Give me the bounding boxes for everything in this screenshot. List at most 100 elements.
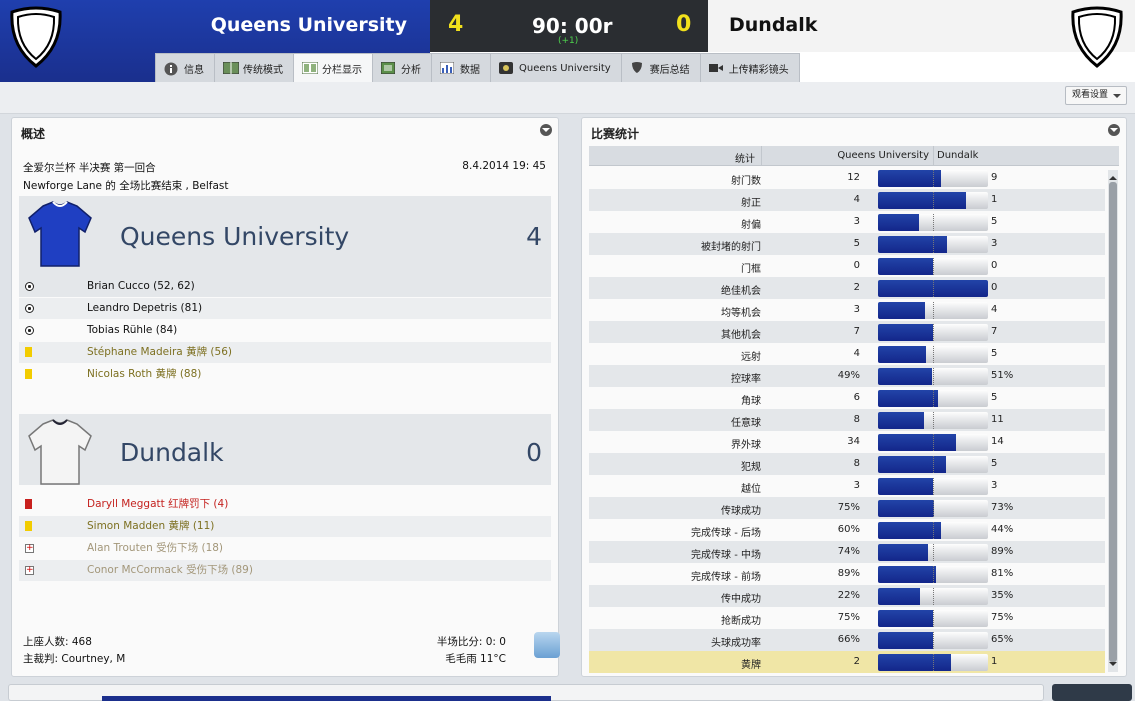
view-settings-dropdown[interactable]: 观看设置	[1064, 86, 1127, 105]
event-text[interactable]: Stéphane Madeira 黄牌 (56)	[87, 342, 232, 363]
stat-label: 远射	[741, 352, 761, 363]
column-stat[interactable]: 统计	[735, 150, 755, 165]
stat-row: 传球成功 75% 73%	[589, 497, 1105, 519]
away-team-title[interactable]: Dundalk	[120, 438, 224, 467]
tab-post-match[interactable]: 赛后总结	[620, 53, 701, 82]
away-crest-icon[interactable]	[1069, 6, 1125, 70]
away-shirt-icon	[28, 419, 92, 485]
event-text[interactable]: Nicolas Roth 黄牌 (88)	[87, 364, 201, 385]
away-stat-value: 5	[991, 216, 998, 227]
home-stat-value: 3	[853, 216, 860, 227]
club-badge-icon	[499, 62, 513, 74]
tab-classic[interactable]: 传统模式	[214, 53, 294, 82]
home-share-fill	[878, 478, 933, 495]
event-text[interactable]: Simon Madden 黄牌 (11)	[87, 516, 214, 537]
stat-comparison-bar	[878, 456, 988, 473]
stat-label: 控球率	[731, 374, 761, 385]
tab-upload-highlights[interactable]: 上传精彩镜头	[699, 53, 800, 82]
stat-row: 控球率 49% 51%	[589, 365, 1105, 387]
stat-row: 角球 6 5	[589, 387, 1105, 409]
stat-row: 越位 3 3	[589, 475, 1105, 497]
away-stat-value: 1	[991, 194, 998, 205]
home-team-title[interactable]: Queens University	[120, 222, 349, 251]
home-share-fill	[878, 346, 927, 363]
tab-data[interactable]: 数据	[431, 53, 491, 82]
column-away[interactable]: Dundalk	[937, 150, 978, 161]
home-stat-value: 0	[853, 260, 860, 271]
scroll-down-icon[interactable]	[1109, 662, 1117, 670]
stat-label: 完成传球 - 前场	[691, 572, 761, 583]
stat-label: 犯规	[741, 462, 761, 473]
weather-text: 毛毛雨 11°C	[445, 653, 506, 665]
home-crest-icon[interactable]	[8, 6, 64, 70]
away-stat-value: 5	[991, 348, 998, 359]
goal-icon	[25, 304, 34, 313]
home-team-name[interactable]: Queens University	[211, 14, 407, 36]
event-row: Stéphane Madeira 黄牌 (56)	[19, 342, 551, 363]
tab-split-view[interactable]: 分栏显示	[293, 53, 373, 82]
event-text[interactable]: Alan Trouten 受伤下场 (18)	[87, 538, 223, 559]
stat-comparison-bar	[878, 566, 988, 583]
home-stat-value: 22%	[837, 590, 860, 601]
stat-label: 任意球	[731, 418, 761, 429]
stat-label: 射正	[741, 198, 761, 209]
stat-label: 黄牌	[741, 660, 761, 671]
stat-comparison-bar	[878, 346, 988, 363]
stat-row: 门框 0 0	[589, 255, 1105, 277]
event-text[interactable]: Tobias Rühle (84)	[87, 320, 177, 341]
home-share-fill	[878, 390, 938, 407]
stats-title: 比赛统计	[591, 127, 640, 141]
stat-label: 抢断成功	[721, 616, 761, 627]
panel-menu-button[interactable]	[1108, 124, 1120, 136]
home-share-fill	[878, 544, 928, 561]
goal-icon	[25, 282, 34, 291]
stat-row: 远射 4 5	[589, 343, 1105, 365]
column-home[interactable]: Queens University	[837, 150, 929, 161]
stat-comparison-bar	[878, 610, 988, 627]
stat-row: 均等机会 3 4	[589, 299, 1105, 321]
yellow-card-icon	[25, 369, 32, 379]
away-team-name[interactable]: Dundalk	[729, 14, 817, 36]
stat-label: 被封堵的射门	[701, 242, 761, 253]
event-text[interactable]: Brian Cucco (52, 62)	[87, 276, 195, 297]
event-text[interactable]: Conor McCormack 受伤下场 (89)	[87, 560, 253, 581]
stat-comparison-bar	[878, 390, 988, 407]
event-text[interactable]: Daryll Meggatt 红牌罚下 (4)	[87, 494, 228, 515]
stat-comparison-bar	[878, 434, 988, 451]
tab-info[interactable]: 信息	[155, 53, 215, 82]
tab-analysis[interactable]: 分析	[372, 53, 432, 82]
away-stat-value: 0	[991, 260, 998, 271]
competition-info: 全爱尔兰杯 半决赛 第一回合	[23, 162, 156, 174]
split-view-icon	[301, 61, 319, 75]
stat-comparison-bar	[878, 588, 988, 605]
tab-team-queens[interactable]: Queens University	[490, 53, 622, 82]
match-tabs: 信息 传统模式 分栏显示 分析 数据 Queens University 赛后总…	[155, 53, 800, 82]
stat-comparison-bar	[878, 302, 988, 319]
stat-comparison-bar	[878, 500, 988, 517]
panel-menu-button[interactable]	[540, 124, 552, 136]
home-stat-value: 5	[853, 238, 860, 249]
stats-scrollbar[interactable]	[1108, 170, 1118, 672]
bottom-bar	[0, 680, 1135, 701]
stat-label: 角球	[741, 396, 761, 407]
goal-icon	[25, 326, 34, 335]
stat-row: 绝佳机会 2 0	[589, 277, 1105, 299]
referee[interactable]: 主裁判: Courtney, M	[23, 651, 125, 666]
home-stat-value: 4	[853, 348, 860, 359]
home-stat-value: 49%	[837, 370, 860, 381]
stat-row: 其他机会 7 7	[589, 321, 1105, 343]
scroll-up-icon[interactable]	[1109, 172, 1117, 180]
stat-row: 完成传球 - 中场 74% 89%	[589, 541, 1105, 563]
home-stat-value: 2	[853, 656, 860, 667]
attendance: 上座人数: 468	[23, 636, 92, 648]
stat-label: 越位	[741, 484, 761, 495]
away-stat-value: 3	[991, 480, 998, 491]
continue-button[interactable]	[1052, 684, 1132, 701]
event-text[interactable]: Leandro Depetris (81)	[87, 298, 202, 319]
away-stat-value: 81%	[991, 568, 1014, 579]
home-stat-value: 66%	[837, 634, 860, 645]
stat-comparison-bar	[878, 412, 988, 429]
stat-label: 射门数	[731, 176, 761, 187]
scroll-thumb[interactable]	[1109, 182, 1117, 662]
away-score: 0	[676, 12, 692, 37]
